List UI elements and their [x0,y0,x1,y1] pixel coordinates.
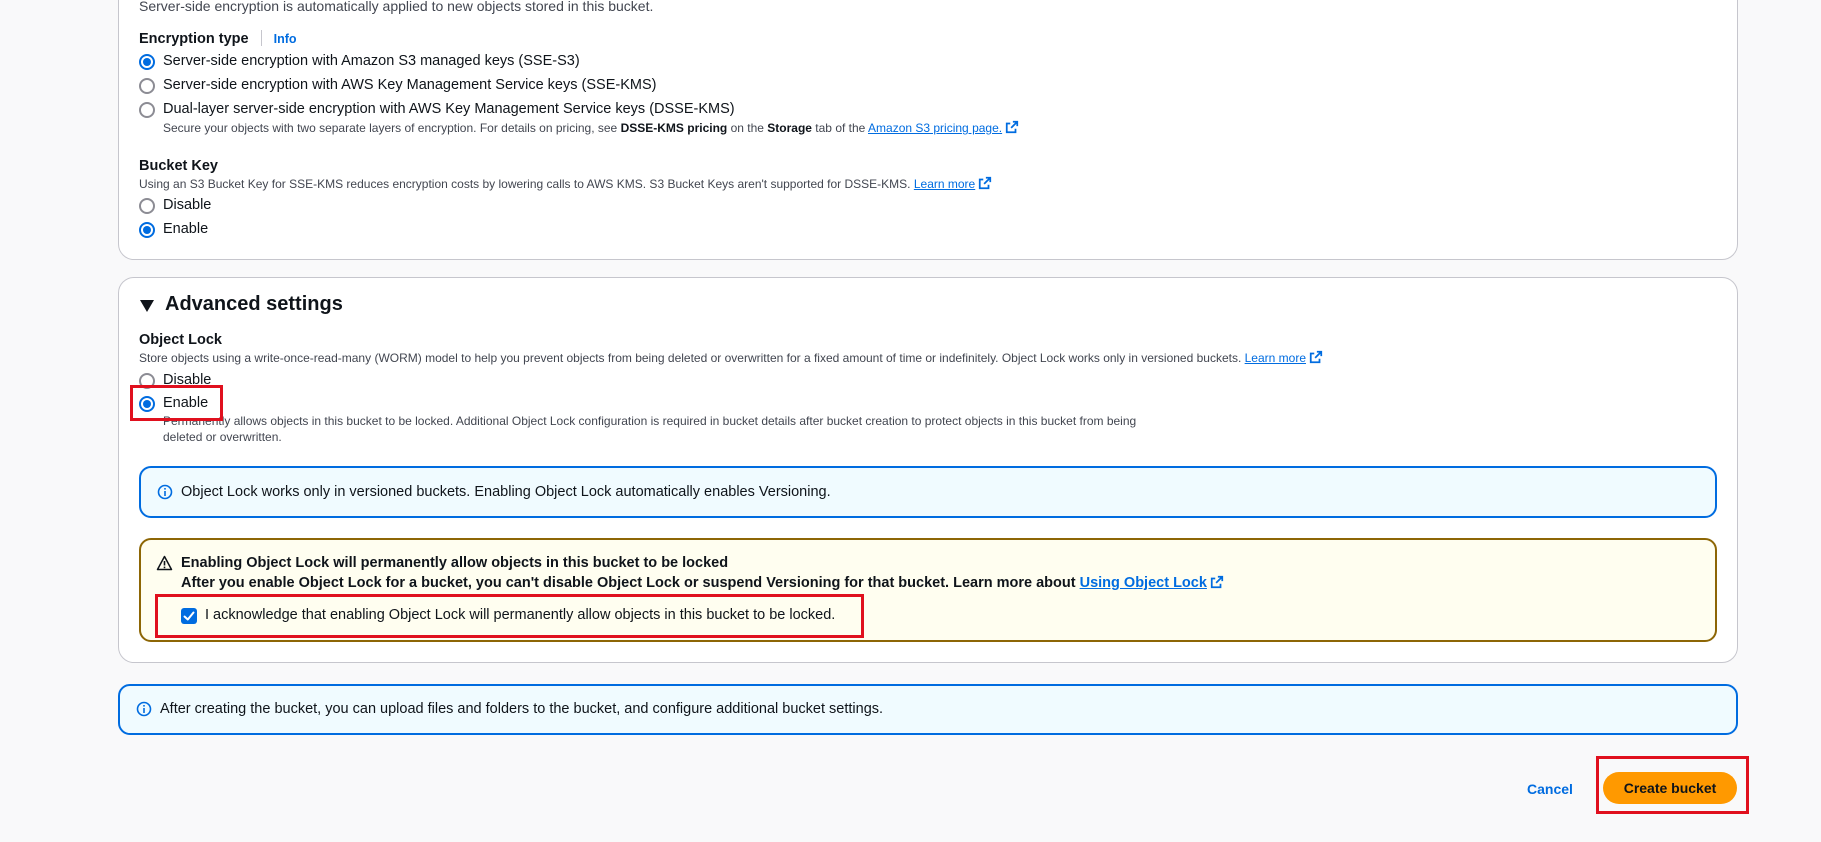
warning-body: After you enable Object Lock for a bucke… [181,575,1224,591]
bucket-key-description: Using an S3 Bucket Key for SSE-KMS reduc… [139,176,992,191]
s3-pricing-link[interactable]: Amazon S3 pricing page. [868,121,1002,135]
external-link-icon [1005,120,1019,134]
dsse-desc-bold1: DSSE-KMS pricing [620,121,728,135]
label-divider [260,30,262,46]
radio-sse-s3[interactable] [139,54,155,70]
object-lock-info-text: Object Lock works only in versioned buck… [181,484,831,500]
option-sse-s3-label[interactable]: Server-side encryption with Amazon S3 ma… [163,53,580,69]
object-lock-enable-desc-line1: Permanently allows objects in this bucke… [163,414,1137,428]
radio-object-lock-disable[interactable] [139,373,155,389]
after-creation-info-text: After creating the bucket, you can uploa… [160,701,884,717]
encryption-type-label: Encryption type Info [139,30,297,47]
option-dsse-kms-label[interactable]: Dual-layer server-side encryption with A… [163,101,735,117]
dsse-kms-description: Secure your objects with two separate la… [163,120,1019,135]
option-sse-kms-label[interactable]: Server-side encryption with AWS Key Mana… [163,77,656,93]
bucket-key-enable-label[interactable]: Enable [163,221,208,237]
warning-title: Enabling Object Lock will permanently al… [181,555,729,571]
object-lock-learn-more-link[interactable]: Learn more [1245,351,1306,365]
cancel-button[interactable]: Cancel [1520,778,1580,800]
external-link-icon [1309,350,1323,364]
dsse-desc-part3: tab of the [811,121,869,135]
encryption-type-title: Encryption type [139,31,249,47]
external-link-icon [1210,575,1224,589]
radio-bucket-key-disable[interactable] [139,198,155,214]
object-lock-label: Object Lock [139,332,222,348]
encryption-intro-text: Server-side encryption is automatically … [139,0,654,14]
radio-object-lock-enable[interactable] [139,396,155,412]
info-icon [157,484,173,500]
caret-down-icon[interactable] [140,300,154,312]
acknowledge-label[interactable]: I acknowledge that enabling Object Lock … [205,607,835,623]
dsse-desc-part1: Secure your objects with two separate la… [163,121,621,135]
bucket-key-label: Bucket Key [139,158,218,174]
external-link-icon [979,176,992,190]
object-lock-description: Store objects using a write-once-read-ma… [139,350,1323,365]
bucket-key-learn-more-link[interactable]: Learn more [914,177,975,191]
object-lock-disable-label[interactable]: Disable [163,372,211,388]
encryption-info-link[interactable]: Info [274,32,297,46]
advanced-settings-title[interactable]: Advanced settings [165,293,343,316]
dsse-desc-part2: on the [727,121,768,135]
create-bucket-button[interactable]: Create bucket [1603,772,1737,804]
object-lock-enable-label[interactable]: Enable [163,395,208,411]
dsse-desc-bold2: Storage [767,121,812,135]
object-lock-enable-desc-line2: deleted or overwritten. [163,430,282,444]
acknowledge-checkbox[interactable] [181,608,197,624]
using-object-lock-link[interactable]: Using Object Lock [1080,575,1207,591]
radio-sse-kms[interactable] [139,78,155,94]
object-lock-desc-text: Store objects using a write-once-read-ma… [139,351,1245,365]
radio-bucket-key-enable[interactable] [139,222,155,238]
warning-icon [156,555,173,571]
bucket-key-disable-label[interactable]: Disable [163,197,211,213]
bucket-key-desc-text: Using an S3 Bucket Key for SSE-KMS reduc… [139,177,914,191]
info-icon [136,701,152,717]
warning-body-text: After you enable Object Lock for a bucke… [181,575,1080,591]
check-icon [183,611,195,621]
radio-dsse-kms[interactable] [139,102,155,118]
